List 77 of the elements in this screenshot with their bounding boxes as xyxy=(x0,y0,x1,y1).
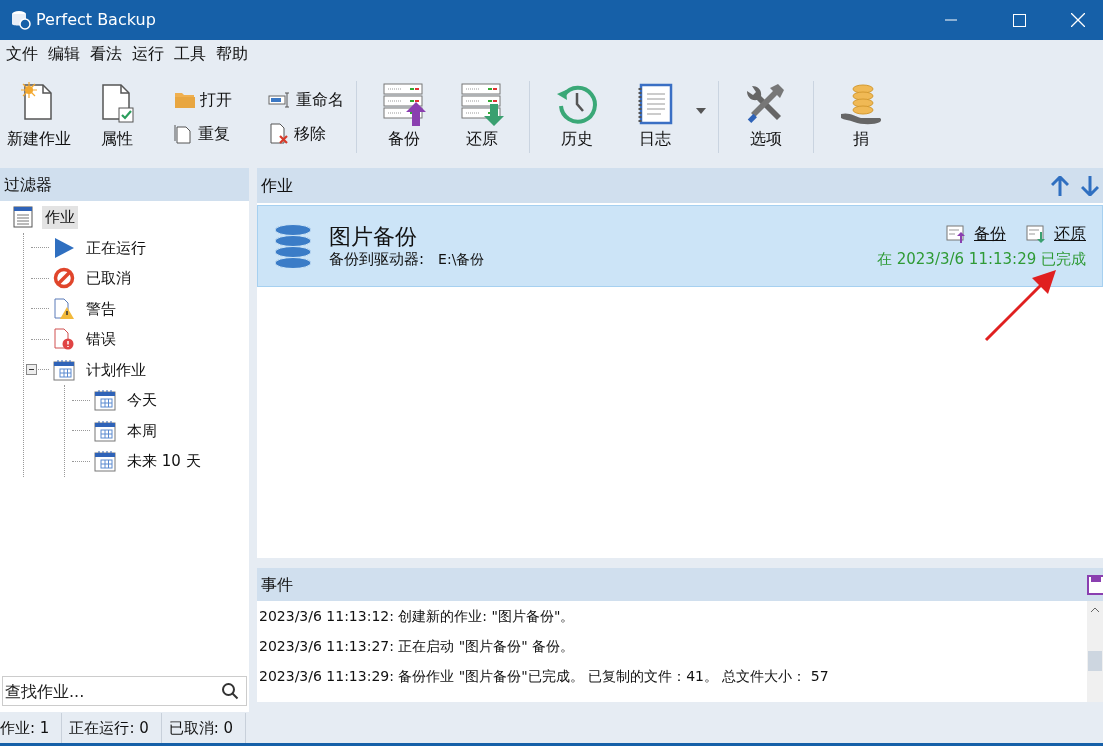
database-icon xyxy=(274,224,312,268)
calendar-icon xyxy=(94,450,116,473)
tree-item[interactable]: 正在运行 xyxy=(83,236,149,259)
tree-item[interactable]: 已取消 xyxy=(83,267,134,290)
tree-item[interactable]: 今天 xyxy=(124,389,160,412)
toolbar-button[interactable]: 重命名 xyxy=(268,87,344,112)
arrow-down-icon[interactable] xyxy=(1081,175,1099,196)
search-field[interactable]: 查找作业... xyxy=(2,676,247,706)
job-action-link[interactable]: 还原 xyxy=(1026,221,1086,246)
panel-header: 事件 xyxy=(261,573,293,596)
backup-small-icon xyxy=(946,223,966,244)
scroll-up-icon[interactable] xyxy=(1090,607,1100,613)
scrollbar[interactable] xyxy=(1087,601,1103,702)
toolbar-button[interactable]: 选项 xyxy=(731,82,801,151)
calendar-icon xyxy=(94,389,116,412)
job-action-link[interactable]: 备份 xyxy=(946,221,1006,246)
destination-label: 备份到驱动器: xyxy=(329,250,425,268)
calendar-icon xyxy=(94,419,116,442)
scrollbar-thumb[interactable] xyxy=(1088,651,1102,671)
search-icon xyxy=(221,682,239,700)
event-entry: 2023/3/6 11:13:27: 正在启动 "图片备份" 备份。 xyxy=(259,637,576,656)
toolbar-button[interactable]: 新建作业 xyxy=(4,82,74,151)
tree-item[interactable]: 本周 xyxy=(124,419,160,442)
toolbar-button[interactable]: 重复 xyxy=(174,121,232,146)
event-entry: 2023/3/6 11:13:29: 备份作业 "图片备份"已完成。 已复制的文件：41。 总文件大小： 57 xyxy=(259,667,830,686)
dropdown-caret-icon[interactable] xyxy=(696,107,706,114)
status-item: 已取消: 0 xyxy=(167,712,247,743)
collapse-toggle[interactable] xyxy=(26,364,37,376)
destination-path: E:\备份 xyxy=(438,250,485,268)
menu-item[interactable]: 文件 xyxy=(2,42,42,66)
panel-header: 作业 xyxy=(261,174,293,197)
job-card[interactable]: 图片备份 备份到驱动器: E:\备份 备份 还原 在 2023/3/6 11:13:29 已完成 xyxy=(257,205,1103,287)
toolbar-button[interactable]: 历史 xyxy=(542,82,612,151)
page-warning-icon xyxy=(53,297,75,320)
rename-field-icon xyxy=(268,90,292,109)
save-icon[interactable] xyxy=(1087,574,1103,595)
menu-item[interactable]: 编辑 xyxy=(44,42,84,66)
status-item: 正在运行: 0 xyxy=(68,712,162,743)
tree-item[interactable]: 计划作业 xyxy=(83,358,149,381)
server-down-arrow-icon xyxy=(460,82,504,126)
window-title: Perfect Backup xyxy=(36,9,156,31)
toolbar-button[interactable]: 打开 xyxy=(174,87,232,112)
app-database-icon xyxy=(11,10,31,30)
calendar-icon xyxy=(53,358,75,381)
play-icon xyxy=(53,236,75,259)
minimize-icon xyxy=(945,19,957,21)
panel-header: 过滤器 xyxy=(0,168,249,201)
restore-small-icon xyxy=(1026,223,1046,244)
menu-item[interactable]: 帮助 xyxy=(212,42,252,66)
status-item: 作业: 1 xyxy=(0,712,63,743)
maximize-icon xyxy=(1012,13,1026,27)
page-error-icon xyxy=(53,328,75,351)
close-icon xyxy=(1071,13,1085,27)
folder-icon xyxy=(174,90,196,109)
toolbar-button[interactable]: 属性 xyxy=(82,82,152,151)
server-up-arrow-icon xyxy=(382,82,426,126)
tree-item[interactable]: 错误 xyxy=(83,328,119,351)
toolbar-button[interactable]: 还原 xyxy=(447,82,517,151)
copy-pages-icon xyxy=(174,123,194,144)
menu-item[interactable]: 运行 xyxy=(128,42,168,66)
job-status: 在 2023/3/6 11:13:29 已完成 xyxy=(876,248,1086,270)
arrow-up-icon[interactable] xyxy=(1051,175,1069,196)
toolbar-button[interactable]: 捐 xyxy=(826,82,896,151)
page-delete-icon xyxy=(268,122,290,145)
list-icon xyxy=(12,206,34,229)
job-name: 图片备份 xyxy=(329,224,418,250)
tree-item[interactable]: 作业 xyxy=(42,206,78,229)
toolbar-button[interactable]: 日志 xyxy=(620,82,690,151)
menu-item[interactable]: 看法 xyxy=(86,42,126,66)
menu-item[interactable]: 工具 xyxy=(170,42,210,66)
toolbar-button[interactable]: 备份 xyxy=(369,82,439,151)
tree-item[interactable]: 未来 10 天 xyxy=(124,450,204,473)
no-entry-icon xyxy=(53,267,75,290)
tree-item[interactable]: 警告 xyxy=(83,297,119,320)
event-entry: 2023/3/6 11:13:12: 创建新的作业: "图片备份"。 xyxy=(259,607,576,626)
toolbar-button[interactable]: 移除 xyxy=(268,121,344,146)
coins-hand-icon xyxy=(839,82,883,126)
